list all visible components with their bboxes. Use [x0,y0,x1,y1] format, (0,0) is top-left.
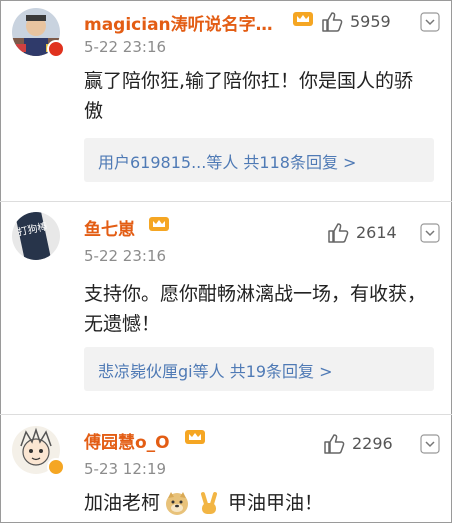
comment-text: 赢了陪你狂,输了陪你扛！你是国人的骄傲 [84,70,414,122]
comment-item: magician涛听说名字… 5959 5-22 23:16 赢了陪你狂,输了陪… [0,0,452,200]
comment-time: 5-23 12:19 [84,460,167,478]
like-icon[interactable] [326,221,350,245]
verified-badge-icon [47,458,65,476]
vip-crown-icon [149,217,169,231]
doge-emoji [166,492,189,515]
comment-text-part: 加油老柯 [84,492,161,514]
divider [0,414,452,415]
comment-item: 打狗棒 鱼七崽 2614 5-22 23:16 支持你。愿你酣畅淋漓战一场，有收… [0,203,452,413]
comment-text: 加油老柯 甲油甲油！ [84,488,429,518]
like-count: 2296 [352,434,393,453]
comment-time: 5-22 23:16 [84,38,167,56]
comment-text: 支持你。愿你酣畅淋漓战一场，有收获，无遗憾！ [84,283,427,335]
reply-link[interactable]: 用户619815...等人 共118条回复 > [98,149,356,173]
username[interactable]: magician涛听说名字… [84,10,273,35]
like-icon[interactable] [322,432,346,456]
like-icon[interactable] [320,10,344,34]
reply-summary[interactable]: 悲凉毙伙厘gi等人 共19条回复 > [84,347,434,391]
victory-hand-emoji [201,492,218,514]
comment-time: 5-22 23:16 [84,247,167,265]
reply-summary[interactable]: 用户619815...等人 共118条回复 > [84,138,434,182]
chevron-down-icon[interactable] [420,223,440,243]
avatar[interactable]: 打狗棒 [12,212,60,260]
like-count: 5959 [350,12,391,31]
chevron-down-icon[interactable] [420,434,440,454]
vip-crown-icon [293,12,313,26]
reply-link[interactable]: 悲凉毙伙厘gi等人 共19条回复 > [98,358,333,382]
vip-crown-icon [185,430,205,444]
chevron-down-icon[interactable] [420,12,440,32]
verified-badge-icon [47,40,65,58]
comment-text-part: 甲油甲油！ [228,492,324,514]
username[interactable]: 鱼七崽 [84,215,135,240]
divider [0,201,452,202]
comment-item: 傅园慧o_O 2296 5-23 12:19 加油老柯 甲油甲油！ [0,416,452,523]
like-count: 2614 [356,223,397,242]
username[interactable]: 傅园慧o_O [84,428,170,453]
